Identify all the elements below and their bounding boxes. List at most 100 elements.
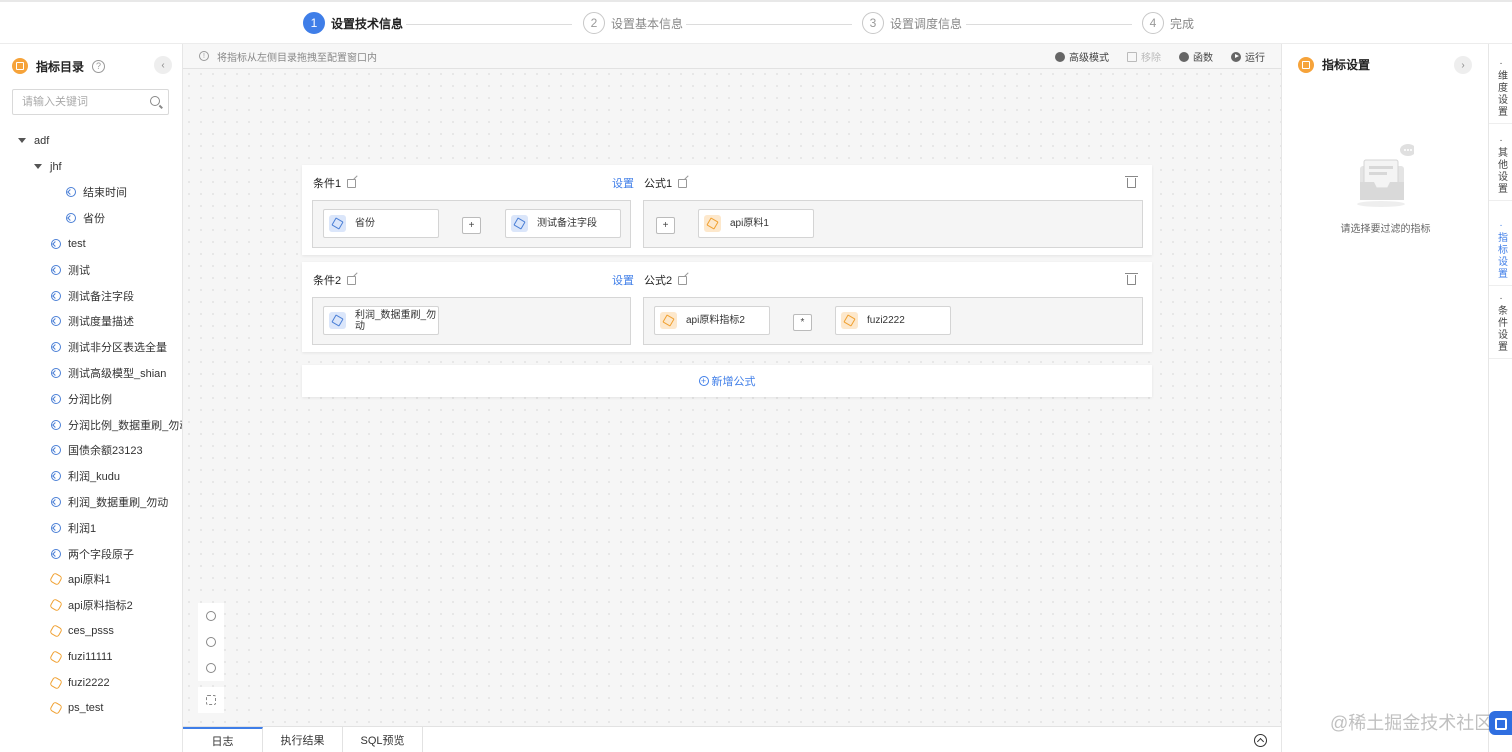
delete-icon[interactable] (1125, 273, 1138, 285)
vertical-tab-label: 条件设置 (1495, 305, 1507, 353)
tree-item[interactable]: 测试度量描述 (0, 309, 182, 335)
step-3[interactable]: 3 设置调度信息 (862, 12, 962, 34)
help-icon[interactable]: ? (92, 59, 106, 73)
tree-item[interactable]: fuzi11111 (0, 644, 182, 670)
condition-dropzone[interactable]: 省份 + 测试备注字段 (312, 200, 631, 248)
step-4[interactable]: 4 完成 (1142, 12, 1194, 34)
formula-chip[interactable]: fuzi2222 (835, 306, 951, 335)
tree-item[interactable]: 测试高级模型_shian (0, 360, 182, 386)
caret-down-icon (34, 164, 42, 170)
formula-chip[interactable]: api原料指标2 (654, 306, 770, 335)
atomic-metric-icon (51, 652, 61, 662)
expand-panel-button[interactable]: › (1454, 56, 1472, 74)
zoom-in-button[interactable] (198, 629, 224, 655)
tree-item[interactable]: 测试非分区表选全量 (0, 334, 182, 360)
zoom-tools (198, 603, 224, 713)
tab-execution-result[interactable]: 执行结果 (263, 727, 343, 752)
search-input[interactable] (13, 90, 143, 114)
edit-icon[interactable] (678, 178, 688, 188)
plus-circle-icon: + (698, 376, 709, 386)
tree-item[interactable]: 国债余额23123 (0, 438, 182, 464)
run-button[interactable]: 运行 (1231, 49, 1265, 64)
tree-item[interactable]: api原料指标2 (0, 592, 182, 618)
condition-chip[interactable]: 省份 (323, 209, 439, 238)
dimension-icon (51, 419, 61, 430)
step-2[interactable]: 2 设置基本信息 (583, 12, 683, 34)
edit-icon[interactable] (347, 275, 357, 285)
collapse-sidebar-button[interactable]: ‹ (154, 56, 172, 74)
vertical-tab-label: 其他设置 (1495, 147, 1507, 195)
condition-chip[interactable]: 测试备注字段 (505, 209, 621, 238)
vertical-tab[interactable]: · 维度设置 (1489, 52, 1512, 124)
chip-label: 利润_数据重刷_勿动 (355, 309, 437, 332)
tree-item[interactable]: 分润比例 (0, 386, 182, 412)
tree-item[interactable]: 利润_kudu (0, 463, 182, 489)
tree-item[interactable]: 省份 (0, 205, 182, 231)
dimension-icon (51, 497, 61, 508)
edit-icon[interactable] (347, 178, 357, 188)
atomic-metric-icon (841, 312, 858, 329)
tree-item-label: 利润_kudu (68, 471, 120, 484)
catalog-icon (12, 58, 28, 74)
remove-button[interactable]: 移除 (1127, 49, 1161, 64)
step-connector (686, 24, 852, 25)
tree-item[interactable]: test (0, 231, 182, 257)
tree-item-label: fuzi2222 (68, 676, 110, 689)
formula-dropzone[interactable]: api原料指标2 * fuzi2222 (643, 297, 1143, 345)
vertical-tab[interactable]: · 其他设置 (1489, 129, 1512, 201)
step-1[interactable]: 1 设置技术信息 (303, 12, 403, 34)
formula-chip[interactable]: api原料1 (698, 209, 814, 238)
formula-dropzone[interactable]: + api原料1 (643, 200, 1143, 248)
atomic-metric-icon (51, 703, 61, 713)
tree-item[interactable]: 两个字段原子 (0, 541, 182, 567)
tree-item-label: test (68, 238, 86, 251)
operator-button[interactable]: + (656, 217, 675, 234)
vertical-tab[interactable]: · 指标设置 (1489, 214, 1512, 286)
condition-chip[interactable]: 利润_数据重刷_勿动 (323, 306, 439, 335)
tree-item[interactable]: 测试备注字段 (0, 283, 182, 309)
dimension-icon (51, 393, 61, 404)
vertical-tab[interactable]: · 条件设置 (1489, 287, 1512, 359)
tree-item[interactable]: adf (0, 128, 182, 154)
floating-action-button[interactable] (1489, 711, 1512, 735)
tree-item[interactable]: ps_test (0, 696, 182, 722)
fit-view-button[interactable] (198, 687, 224, 713)
zoom-out-button[interactable] (198, 655, 224, 681)
condition-header: 条件2 (313, 272, 357, 288)
tab-dot: · (1499, 58, 1503, 69)
drag-hint: 将指标从左侧目录拖拽至配置窗口内 (217, 52, 377, 64)
add-formula-label: 新增公式 (711, 376, 756, 388)
tree-item[interactable]: 结束时间 (0, 180, 182, 206)
tree-item[interactable]: api原料1 (0, 567, 182, 593)
tree-item[interactable]: jhf (0, 154, 182, 180)
info-icon: ! (199, 51, 209, 61)
condition-set-link[interactable]: 设置 (612, 175, 634, 191)
function-button[interactable]: 函数 (1179, 49, 1213, 64)
operator-button[interactable]: * (793, 314, 812, 331)
tree-item[interactable]: 分润比例_数据重刷_勿动 (0, 412, 182, 438)
search-icon[interactable] (150, 96, 160, 106)
step-label: 设置基本信息 (611, 16, 684, 31)
tree-item[interactable]: fuzi2222 (0, 670, 182, 696)
empty-state-text: 请选择要过滤的指标 (1340, 224, 1431, 235)
tab-sql-preview[interactable]: SQL预览 (343, 727, 423, 752)
add-formula-button[interactable]: + 新增公式 (302, 365, 1152, 397)
dimension-icon (51, 342, 61, 353)
expand-panel-icon[interactable] (1254, 734, 1267, 747)
tree-item[interactable]: ces_psss (0, 618, 182, 644)
tree-item[interactable]: 利润_数据重刷_勿动 (0, 489, 182, 515)
condition-dropzone[interactable]: 利润_数据重刷_勿动 (312, 297, 631, 345)
step-connector (966, 24, 1132, 25)
advanced-mode-button[interactable]: 高级模式 (1055, 49, 1109, 64)
tree-item[interactable]: 利润1 (0, 515, 182, 541)
operator-button[interactable]: + (462, 217, 481, 234)
delete-icon[interactable] (1125, 176, 1138, 188)
tree-item[interactable]: 测试 (0, 257, 182, 283)
target-icon (206, 611, 216, 621)
tab-log[interactable]: 日志 (183, 727, 263, 752)
condition-set-link[interactable]: 设置 (612, 272, 634, 288)
center-view-button[interactable] (198, 603, 224, 629)
edit-icon[interactable] (678, 275, 688, 285)
dimension-icon (66, 187, 76, 198)
config-canvas[interactable]: ! 将指标从左侧目录拖拽至配置窗口内 高级模式 移除 函数 运行 条件1 设置 … (183, 44, 1281, 726)
